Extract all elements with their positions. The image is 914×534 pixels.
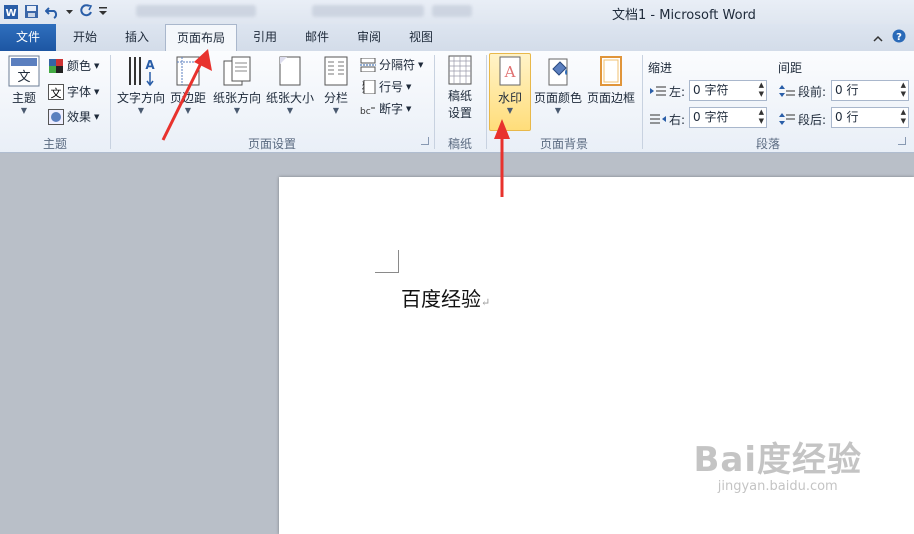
tab-file[interactable]: 文件 <box>0 24 56 51</box>
page-setup-dialog-launcher[interactable] <box>421 137 429 145</box>
indent-left-input[interactable]: 0 字符 ▲ ▼ <box>689 80 767 101</box>
word-app-icon[interactable]: W <box>2 3 19 20</box>
themes-button[interactable]: 文 主题 ▼ <box>6 55 42 116</box>
tab-insert[interactable]: 插入 <box>116 24 158 51</box>
help-icon[interactable]: ? <box>892 29 906 46</box>
indent-label: 缩进 <box>648 61 673 75</box>
tab-mailings[interactable]: 邮件 <box>296 24 338 51</box>
indent-right-input[interactable]: 0 字符 ▲ ▼ <box>689 107 767 128</box>
themes-icon: 文 <box>8 55 40 87</box>
line-numbers-icon: 123 <box>362 79 376 94</box>
indent-left-label: 左: <box>650 83 685 100</box>
svg-text:W: W <box>5 8 16 19</box>
customize-toolbar-icon[interactable] <box>98 3 107 20</box>
font-icon: 文 <box>48 83 64 100</box>
watermark-button[interactable]: A 水印 ▼ <box>490 55 530 116</box>
spacing-before-input[interactable]: 0 行 ▲ ▼ <box>831 80 909 101</box>
margin-corner-mark <box>375 250 399 273</box>
save-icon[interactable] <box>23 3 40 20</box>
minimize-ribbon-icon[interactable] <box>873 32 883 46</box>
window-title: 文档1 - Microsoft Word <box>612 8 756 23</box>
line-numbers-button[interactable]: 123 行号 ▼ <box>360 78 411 95</box>
breaks-button[interactable]: 分隔符 ▼ <box>360 56 423 73</box>
indent-left-icon <box>650 86 666 96</box>
margins-button[interactable]: 页边距 ▼ <box>168 55 208 116</box>
tab-review[interactable]: 审阅 <box>348 24 390 51</box>
spacing-before-label: 段前: <box>779 83 826 100</box>
svg-text:A: A <box>145 58 155 72</box>
tab-page-layout[interactable]: 页面布局 <box>165 24 237 52</box>
spacing-before-icon <box>779 85 795 97</box>
spacing-after-label: 段后: <box>779 111 826 128</box>
undo-dropdown-icon[interactable] <box>65 3 73 20</box>
redo-icon[interactable] <box>77 3 94 20</box>
orientation-button[interactable]: 纸张方向 ▼ <box>211 55 263 116</box>
group-label-theme: 主题 <box>42 137 67 151</box>
text-direction-icon: A <box>124 55 158 87</box>
title-bar: W 文档1 - Microsoft Word <box>0 0 914 24</box>
effects-icon <box>48 108 64 125</box>
ribbon-tab-bar: 文件 开始 插入 页面布局 引用 邮件 审阅 视图 ? <box>0 24 914 52</box>
theme-fonts-button[interactable]: 文 字体 ▼ <box>48 83 99 100</box>
group-label-page-background: 页面背景 <box>539 137 588 151</box>
margins-icon <box>175 55 201 87</box>
baidu-jingyan-watermark: Bai度经验 jingyan.baidu.com <box>693 440 862 494</box>
manuscript-settings-button[interactable]: 稿纸 设置 <box>442 55 478 121</box>
page-break-icon <box>360 57 376 72</box>
spinner-arrows-icon[interactable]: ▲ ▼ <box>759 81 764 99</box>
paragraph-mark: ↵ <box>481 296 491 309</box>
theme-colors-button[interactable]: 颜色 ▼ <box>48 57 99 74</box>
theme-effects-button[interactable]: 效果 ▼ <box>48 108 99 125</box>
quick-access-toolbar: W <box>2 3 107 20</box>
group-label-paragraph: 段落 <box>755 137 780 151</box>
tab-view[interactable]: 视图 <box>400 24 442 51</box>
spinner-arrows-icon[interactable]: ▲ ▼ <box>759 108 764 126</box>
spinner-arrows-icon[interactable]: ▲ ▼ <box>901 108 906 126</box>
columns-icon <box>323 55 349 87</box>
paint-bucket-icon <box>544 55 572 87</box>
tab-references[interactable]: 引用 <box>245 24 285 51</box>
svg-text:文: 文 <box>51 86 62 100</box>
blurred-title-region <box>432 5 472 17</box>
spacing-after-input[interactable]: 0 行 ▲ ▼ <box>831 107 909 128</box>
grid-paper-icon <box>447 55 473 85</box>
undo-icon[interactable] <box>44 3 61 20</box>
size-button[interactable]: 纸张大小 ▼ <box>264 55 316 116</box>
page-border-icon <box>598 55 624 87</box>
palette-icon <box>49 58 63 73</box>
chevron-down-icon: ▼ <box>20 106 28 115</box>
watermark-icon: A <box>497 55 523 87</box>
tab-home[interactable]: 开始 <box>64 24 106 51</box>
ribbon-page-layout: 文 主题 ▼ 颜色 ▼ 文 字体 ▼ 效果 ▼ 主题 A 文字方向 ▼ 页边距 ▼ 纸… <box>0 51 914 153</box>
svg-text:A: A <box>504 63 516 81</box>
blurred-title-region <box>136 5 256 17</box>
svg-text:?: ? <box>896 32 902 43</box>
paragraph-dialog-launcher[interactable] <box>898 137 906 145</box>
indent-right-label: 右: <box>650 111 685 128</box>
paper-size-icon <box>277 55 303 87</box>
svg-text:文: 文 <box>17 70 30 85</box>
svg-text:bc: bc <box>360 107 371 116</box>
page-borders-button[interactable]: 页面边框 <box>586 55 636 106</box>
orientation-icon <box>222 55 252 87</box>
columns-button[interactable]: 分栏 ▼ <box>318 55 354 116</box>
indent-right-icon <box>650 114 666 124</box>
spinner-arrows-icon[interactable]: ▲ ▼ <box>901 81 906 99</box>
blurred-title-region <box>312 5 424 17</box>
spacing-label: 间距 <box>778 61 803 75</box>
group-label-manuscript: 稿纸 <box>447 137 472 151</box>
hyphenation-button[interactable]: bc 断字 ▼ <box>360 100 411 117</box>
group-label-page-setup: 页面设置 <box>247 137 296 151</box>
hyphenation-icon: bc <box>360 107 375 116</box>
text-direction-button[interactable]: A 文字方向 ▼ <box>116 55 166 116</box>
spacing-after-icon <box>779 113 795 125</box>
document-body-text[interactable]: 百度经验↵ <box>401 283 490 312</box>
page-color-button[interactable]: 页面颜色 ▼ <box>533 55 583 116</box>
